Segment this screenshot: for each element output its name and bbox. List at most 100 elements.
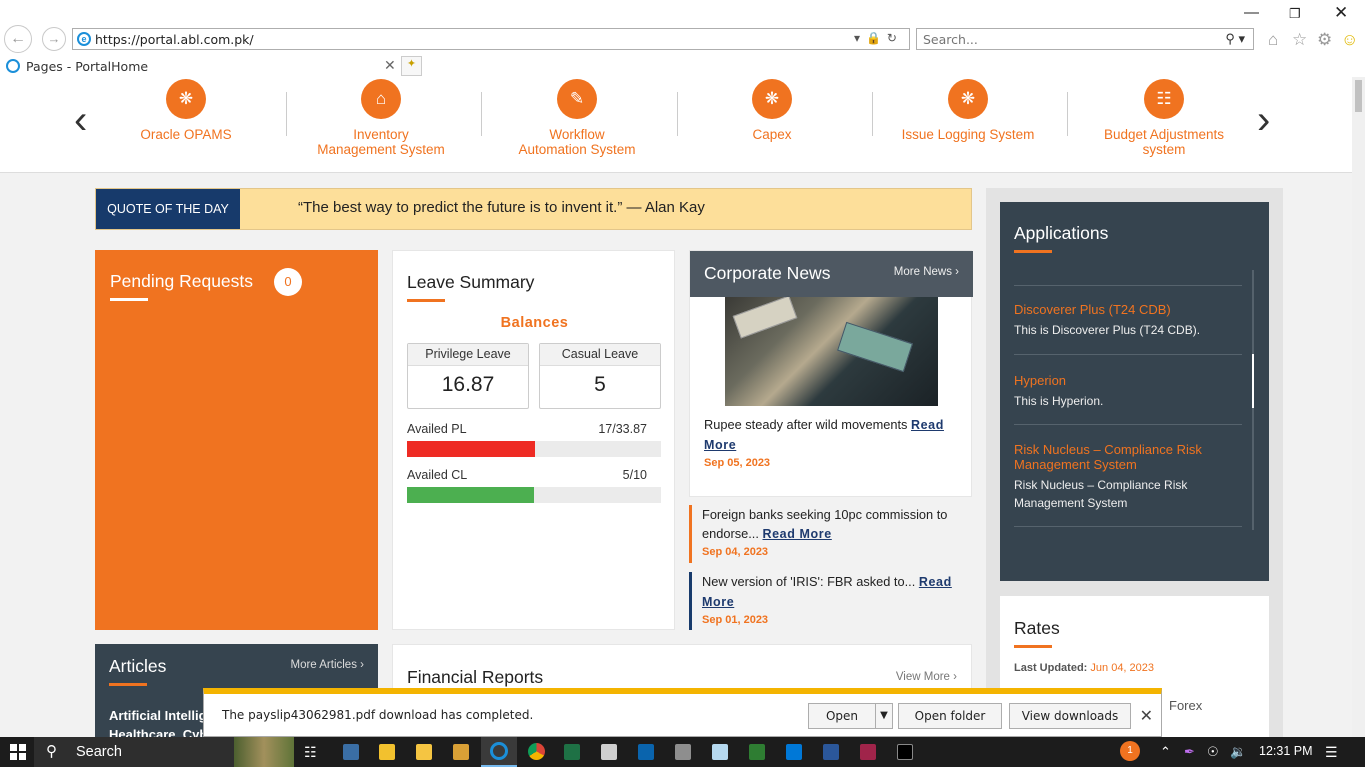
internet-explorer-icon[interactable] (490, 742, 508, 760)
more-articles-link[interactable]: More Articles › (290, 659, 364, 671)
address-bar[interactable]: e https://portal.abl.com.pk/ ▾🔒↻ (72, 28, 910, 50)
network-globe-icon[interactable]: ☉ (1207, 744, 1219, 760)
scrollbar-thumb[interactable] (1355, 80, 1362, 112)
app-icon[interactable] (860, 744, 876, 760)
news-headline[interactable]: Rupee steady after wild movements (704, 417, 907, 432)
search-icon[interactable]: ⚲ ▾ (1225, 31, 1245, 47)
back-button[interactable]: ← (4, 25, 32, 53)
application-title[interactable]: Risk Nucleus – Compliance Risk Managemen… (1014, 442, 1242, 472)
forex-tab[interactable]: Forex (1169, 698, 1202, 713)
application-item[interactable]: Risk Nucleus – Compliance Risk Managemen… (1014, 442, 1242, 512)
application-desc: This is Hyperion. (1014, 394, 1104, 408)
address-url[interactable]: https://portal.abl.com.pk/ (95, 32, 254, 47)
app-oracle-opams[interactable]: ❋ Oracle OPAMS (96, 79, 276, 142)
volume-icon[interactable]: 🔉 (1230, 744, 1246, 760)
taskbar-search-label[interactable]: Search (76, 744, 122, 760)
divider (1014, 354, 1242, 355)
application-item[interactable]: Hyperion This is Hyperion. (1014, 373, 1242, 410)
notification-badge[interactable]: 1 (1120, 741, 1140, 761)
availed-cl-bar (407, 487, 661, 503)
search-highlight-image[interactable] (234, 737, 294, 767)
applications-scrollbar-thumb[interactable] (1252, 354, 1254, 408)
notepad-icon[interactable] (712, 744, 728, 760)
availed-cl-fill (407, 487, 534, 503)
restore-icon[interactable]: ❐ (1289, 6, 1301, 22)
divider (1014, 285, 1242, 286)
app-budget-adjustments[interactable]: ☷ Budget Adjustments system (1074, 79, 1254, 157)
application-title[interactable]: Hyperion (1014, 373, 1242, 388)
view-more-link[interactable]: View More › (896, 671, 957, 683)
calculator-icon[interactable] (601, 744, 617, 760)
app-icon[interactable] (343, 744, 359, 760)
close-window-icon[interactable]: ✕ (1334, 3, 1348, 23)
favorites-star-icon[interactable]: ☆ (1292, 30, 1307, 50)
clock[interactable]: 12:31 PM (1259, 744, 1313, 758)
word-icon[interactable] (823, 744, 839, 760)
command-prompt-icon[interactable] (897, 744, 913, 760)
news-headline[interactable]: New version of 'IRIS': FBR asked to... (702, 574, 915, 589)
availed-cl-label: Availed CL (407, 468, 468, 482)
application-title[interactable]: Discoverer Plus (T24 CDB) (1014, 302, 1242, 317)
new-tab-button[interactable]: ✦ (401, 56, 422, 76)
app-icon[interactable] (749, 744, 765, 760)
divider (1014, 424, 1242, 425)
close-icon[interactable]: ✕ (1140, 706, 1153, 726)
ie-favicon-icon: e (77, 32, 91, 46)
applications-scrollbar[interactable] (1252, 270, 1254, 530)
forward-button[interactable]: → (42, 27, 66, 51)
app-capex[interactable]: ❋ Capex (682, 79, 862, 142)
minimize-icon[interactable]: — (1244, 4, 1259, 21)
app-workflow-automation[interactable]: ✎ Workflow Automation System (487, 79, 667, 157)
home-icon[interactable]: ⌂ (1268, 30, 1278, 50)
carousel-next-icon[interactable]: › (1257, 100, 1270, 140)
more-news-label[interactable]: More News (894, 266, 952, 278)
smiley-feedback-icon[interactable]: ☺ (1341, 30, 1358, 50)
app-label-line2: Management System (317, 142, 445, 157)
vscode-icon[interactable] (786, 744, 802, 760)
action-center-icon[interactable]: ☰ (1325, 744, 1338, 761)
network-icon: ❋ (166, 79, 206, 119)
open-dropdown-icon[interactable]: ▼ (875, 703, 893, 729)
news-item-text: New version of 'IRIS': FBR asked to... R… (702, 572, 972, 612)
browser-tab[interactable]: Pages - PortalHome ✕ (0, 56, 400, 77)
availed-pl-label: Availed PL (407, 422, 467, 436)
address-tools-icon[interactable]: ▾🔒↻ (854, 31, 903, 45)
outlook-icon[interactable] (638, 744, 654, 760)
availed-cl-value: 5/10 (622, 468, 647, 482)
taskbar-search[interactable]: ⚲ Search (34, 737, 234, 767)
view-downloads-button[interactable]: View downloads (1009, 703, 1131, 729)
privilege-leave-box: Privilege Leave 16.87 (407, 343, 529, 409)
task-view-icon[interactable]: ☷ (304, 744, 317, 761)
more-news-link[interactable]: More News › (894, 266, 959, 278)
windows-start-icon[interactable] (10, 744, 26, 760)
app-icon[interactable] (453, 744, 469, 760)
chevron-up-icon[interactable]: ⌃ (1160, 744, 1171, 760)
carousel-divider (286, 92, 287, 136)
open-button[interactable]: Open (808, 703, 876, 729)
app-icon[interactable] (675, 744, 691, 760)
pen-icon[interactable]: ✒ (1184, 744, 1195, 760)
app-issue-logging[interactable]: ❋ Issue Logging System (878, 79, 1058, 142)
more-articles-label[interactable]: More Articles (290, 659, 356, 671)
chrome-icon[interactable] (528, 743, 545, 760)
quote-tag: QUOTE OF THE DAY (96, 189, 240, 229)
settings-gear-icon[interactable]: ⚙ (1317, 30, 1332, 50)
excel-icon[interactable] (564, 744, 580, 760)
last-updated-value: Jun 04, 2023 (1090, 662, 1155, 674)
app-inventory-management[interactable]: ⌂ Inventory Management System (291, 79, 471, 157)
carousel-prev-icon[interactable]: ‹ (74, 100, 87, 140)
tab-close-icon[interactable]: ✕ (384, 57, 396, 74)
divider (1014, 526, 1242, 527)
open-folder-button[interactable]: Open folder (898, 703, 1002, 729)
news-image[interactable] (725, 295, 938, 406)
browser-search-input[interactable] (923, 30, 1203, 48)
file-explorer-icon[interactable] (416, 744, 432, 760)
read-more-link[interactable]: Read More (762, 527, 831, 541)
financial-title: Financial Reports (407, 667, 544, 687)
view-more-label[interactable]: View More (896, 671, 950, 683)
casual-leave-box: Casual Leave 5 (539, 343, 661, 409)
application-item[interactable]: Discoverer Plus (T24 CDB) This is Discov… (1014, 302, 1242, 339)
store-icon[interactable] (379, 744, 395, 760)
browser-search[interactable]: ⚲ ▾ (916, 28, 1254, 50)
page-scrollbar[interactable] (1352, 77, 1365, 737)
